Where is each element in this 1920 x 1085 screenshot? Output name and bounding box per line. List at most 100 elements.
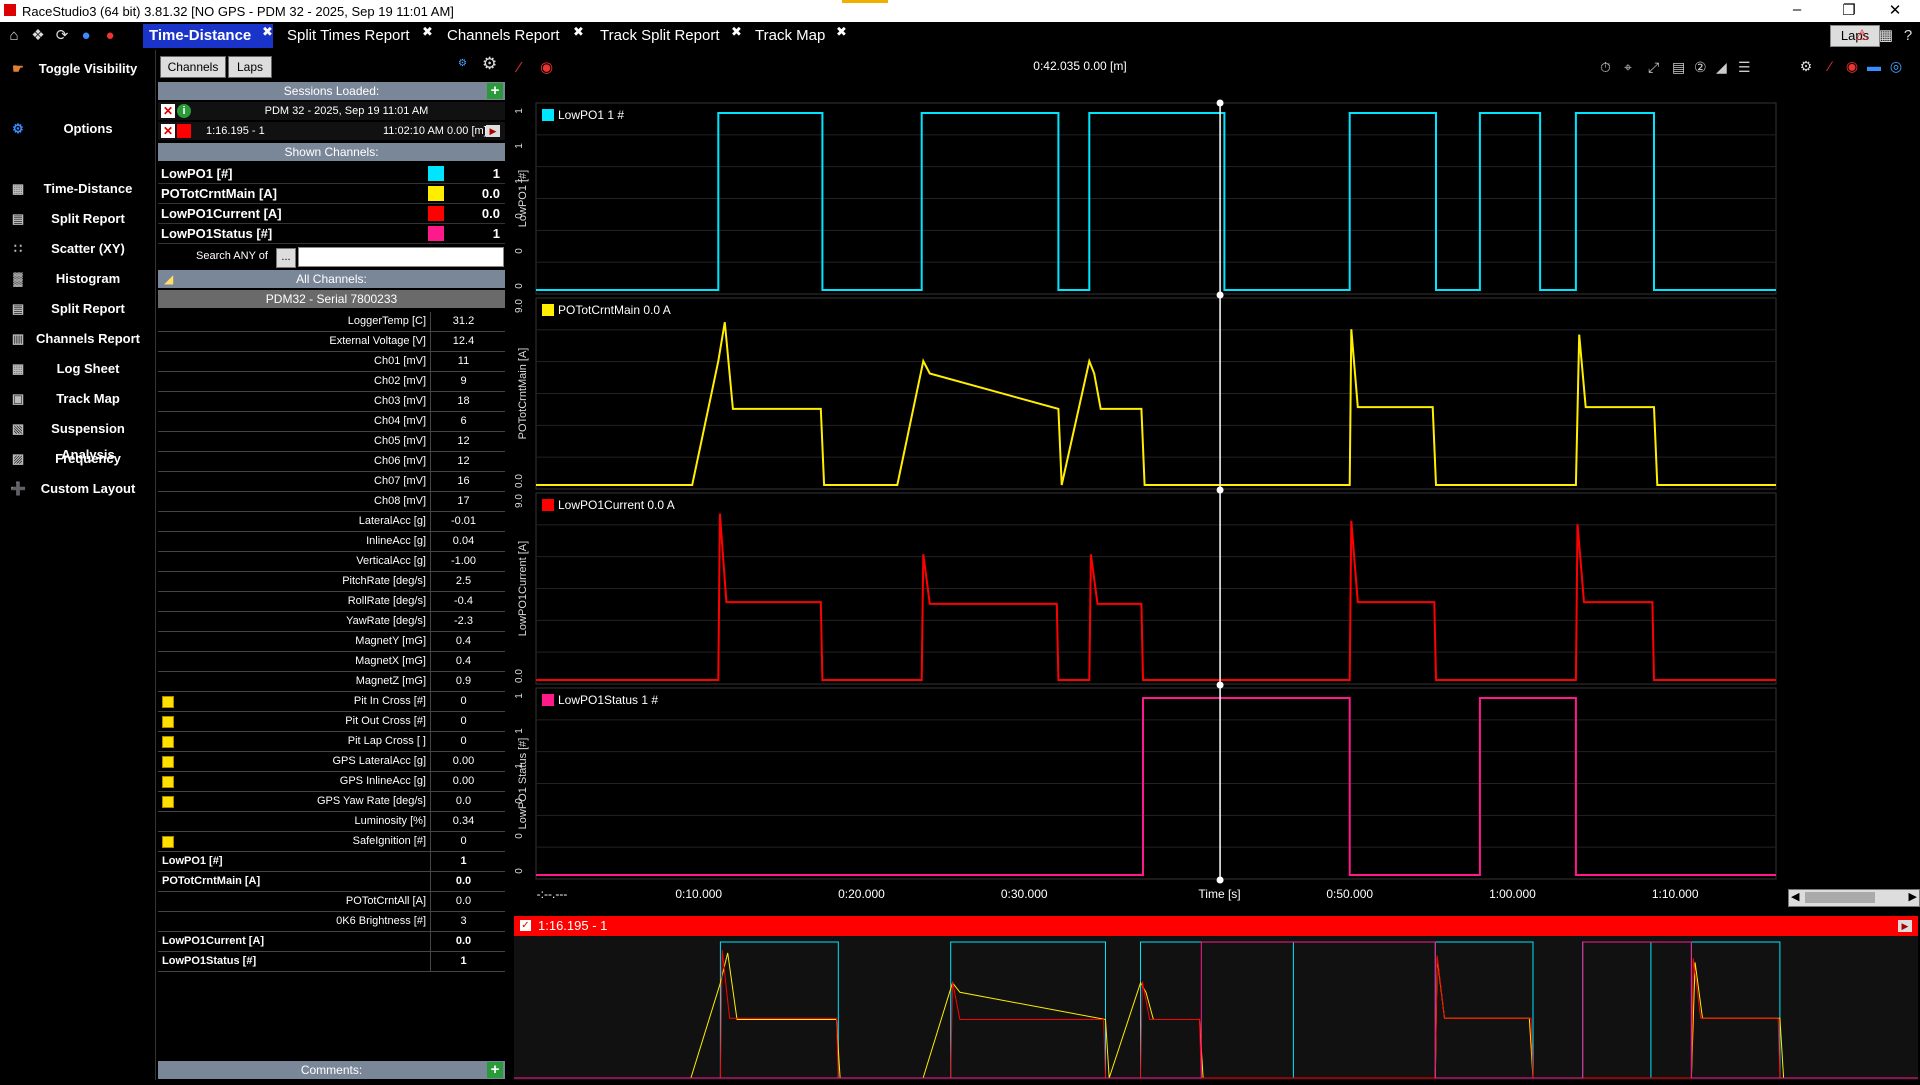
restore-icon[interactable]: ❐ xyxy=(1826,1,1872,19)
scroll-thumb[interactable] xyxy=(1805,892,1875,903)
layout-icon[interactable]: ❖ xyxy=(28,26,48,46)
channel-row[interactable]: MagnetX [mG] 0.4 xyxy=(158,652,505,672)
sidebar-item-time-distance[interactable]: ▦ Time-Distance xyxy=(0,176,152,202)
channel-row[interactable]: POTotCrntMain [A] 0.0 xyxy=(158,872,505,892)
tab-close-icon[interactable]: ✖ xyxy=(262,24,273,40)
channel-row[interactable]: RollRate [deg/s] -0.4 xyxy=(158,592,505,612)
overview-plot[interactable] xyxy=(514,936,1918,1080)
time-distance-plot[interactable]: ⁄ ◉ ⏱ ⌖ ⤢ ▤ ② ◢ ☰ 0:42.035 0.00 [m] 1 1 1 0 0 0 LowPO1 [… xyxy=(510,50,1785,912)
channel-row[interactable]: MagnetZ [mG] 0.9 xyxy=(158,672,505,692)
channel-row[interactable]: Pit In Cross [#] 0 xyxy=(158,692,505,712)
info-icon[interactable]: i xyxy=(177,104,191,118)
channel-row[interactable]: LowPO1Current [A] 0.0 xyxy=(158,932,505,952)
shown-channel-row[interactable]: LowPO1Status [#] 1 xyxy=(158,224,505,244)
channel-row[interactable]: YawRate [deg/s] -2.3 xyxy=(158,612,505,632)
channel-row[interactable]: POTotCrntAll [A] 0.0 xyxy=(158,892,505,912)
help-icon[interactable]: ? xyxy=(1898,26,1918,46)
tab-close-icon[interactable]: ✖ xyxy=(731,24,742,40)
stopwatch-icon[interactable]: ⏱ xyxy=(1600,59,1611,75)
channel-row[interactable]: Ch04 [mV] 6 xyxy=(158,412,505,432)
tab-track-split-report[interactable]: Track Split Report xyxy=(594,24,725,48)
gauge-icon[interactable]: ▦ xyxy=(1876,26,1896,46)
channel-color-swatch[interactable] xyxy=(428,186,444,201)
channel-row[interactable]: Ch07 [mV] 16 xyxy=(158,472,505,492)
add-comment-icon[interactable]: + xyxy=(487,1062,503,1078)
shown-channel-row[interactable]: LowPO1Current [A] 0.0 xyxy=(158,204,505,224)
channel-row[interactable]: Ch03 [mV] 18 xyxy=(158,392,505,412)
channel-row[interactable]: LowPO1 [#] 1 xyxy=(158,852,505,872)
record-icon[interactable]: ◉ xyxy=(1842,56,1862,76)
channel-row[interactable]: Pit Lap Cross [ ] 0 xyxy=(158,732,505,752)
zoom-icon[interactable]: ⌖ xyxy=(1624,59,1632,75)
shown-channel-row[interactable]: POTotCrntMain [A] 0.0 xyxy=(158,184,505,204)
sidebar-item-scatter-xy[interactable]: ∷ Scatter (XY) xyxy=(0,236,152,262)
channel-row[interactable]: Ch05 [mV] 12 xyxy=(158,432,505,452)
remove-session-icon[interactable]: ✕ xyxy=(161,104,175,118)
tab-time-distance[interactable]: Time-Distance xyxy=(143,24,273,48)
channel-row[interactable]: External Voltage [V] 12.4 xyxy=(158,332,505,352)
refresh-icon[interactable]: ⟳ xyxy=(52,26,72,46)
sidebar-item-frequency[interactable]: ▨ Frequency xyxy=(0,446,152,472)
settings-gear-icon[interactable]: ⚙ xyxy=(1796,56,1816,76)
channel-row[interactable]: Ch02 [mV] 9 xyxy=(158,372,505,392)
warning-red-icon[interactable]: ◢ xyxy=(1716,59,1727,75)
tab-close-icon[interactable]: ✖ xyxy=(573,24,584,40)
channel-row[interactable]: GPS InlineAcc [g] 0.00 xyxy=(158,772,505,792)
measure-icon[interactable]: ⁄ xyxy=(1820,56,1840,76)
tab-channels-report[interactable]: Channels Report xyxy=(441,24,566,48)
record-icon[interactable]: ◉ xyxy=(540,59,553,76)
search-input[interactable] xyxy=(298,247,504,267)
add-session-icon[interactable]: + xyxy=(487,83,503,99)
cursor-handle[interactable] xyxy=(1216,291,1224,299)
gps-icon[interactable]: ◎ xyxy=(1886,56,1906,76)
channel-color-swatch[interactable] xyxy=(428,166,444,181)
overview-checkbox[interactable]: ✓ xyxy=(520,920,531,931)
close-window-icon[interactable]: ✕ xyxy=(1872,1,1918,19)
minimize-icon[interactable]: – xyxy=(1774,1,1820,18)
channel-row[interactable]: Ch01 [mV] 11 xyxy=(158,352,505,372)
shown-channel-row[interactable]: LowPO1 [#] 1 xyxy=(158,164,505,184)
search-options-button[interactable]: ... xyxy=(276,248,296,268)
tab-split-times-report[interactable]: Split Times Report xyxy=(281,24,416,48)
cursor-handle[interactable] xyxy=(1216,681,1224,689)
sidebar-item-split-report[interactable]: ▤ Split Report xyxy=(0,296,152,322)
sidebar-item-toggle-visibility[interactable]: ☛ Toggle Visibility xyxy=(0,56,152,82)
counter-icon[interactable]: ② xyxy=(1694,59,1707,75)
tab-close-icon[interactable]: ✖ xyxy=(422,24,433,40)
sidebar-item-histogram[interactable]: ▓ Histogram xyxy=(0,266,152,292)
cfg-icon[interactable]: ⚙ xyxy=(458,58,467,69)
warning-icon[interactable]: ⚠ xyxy=(1852,26,1872,46)
scroll-right-icon[interactable]: ▶ xyxy=(1909,890,1917,903)
collapse-triangle-icon[interactable]: ◢ xyxy=(164,270,173,288)
zoom-fit-icon[interactable]: ⤢ xyxy=(1648,59,1659,75)
session-lap-row[interactable]: ✕ 1:16.195 - 1 11:02:10 AM 0.00 [m] ▶ xyxy=(158,122,505,140)
overview-lap-bar[interactable]: ✓ 1:16.195 - 1 ▶ xyxy=(514,916,1918,936)
channel-color-swatch[interactable] xyxy=(428,206,444,221)
cursor-handle[interactable] xyxy=(1216,99,1224,107)
channel-row[interactable]: LoggerTemp [C] 31.2 xyxy=(158,312,505,332)
sidebar-item-track-map[interactable]: ▣ Track Map xyxy=(0,386,152,412)
layout-bars-icon[interactable]: ▤ xyxy=(1672,59,1685,75)
channels-button[interactable]: Channels xyxy=(160,56,226,78)
channel-row[interactable]: Luminosity [%] 0.34 xyxy=(158,812,505,832)
settings-gear-icon[interactable]: ⚙ xyxy=(482,54,497,74)
measure-icon[interactable]: ⁄ xyxy=(514,59,523,76)
sidebar-item-split-report[interactable]: ▤ Split Report xyxy=(0,206,152,232)
tab-close-icon[interactable]: ✖ xyxy=(836,24,847,40)
tab-track-map[interactable]: Track Map xyxy=(749,24,831,48)
channel-row[interactable]: Ch06 [mV] 12 xyxy=(158,452,505,472)
channel-color-swatch[interactable] xyxy=(428,226,444,241)
channel-row[interactable]: InlineAcc [g] 0.04 xyxy=(158,532,505,552)
color-bars-icon[interactable]: ▬ xyxy=(1864,56,1884,76)
cursor-handle[interactable] xyxy=(1216,486,1224,494)
sidebar-item-channels-report[interactable]: ▥ Channels Report xyxy=(0,326,152,352)
channel-row[interactable]: VerticalAcc [g] -1.00 xyxy=(158,552,505,572)
sidebar-item-log-sheet[interactable]: ▦ Log Sheet xyxy=(0,356,152,382)
stack-icon[interactable]: ☰ xyxy=(1738,59,1751,75)
cursor-handle[interactable] xyxy=(1216,876,1224,884)
channel-row[interactable]: MagnetY [mG] 0.4 xyxy=(158,632,505,652)
overview-svg[interactable] xyxy=(514,936,1918,1080)
channel-row[interactable]: Ch08 [mV] 17 xyxy=(158,492,505,512)
close-circle-icon[interactable]: ● xyxy=(100,26,120,46)
sidebar-item-custom-layout[interactable]: ➕ Custom Layout xyxy=(0,476,152,502)
